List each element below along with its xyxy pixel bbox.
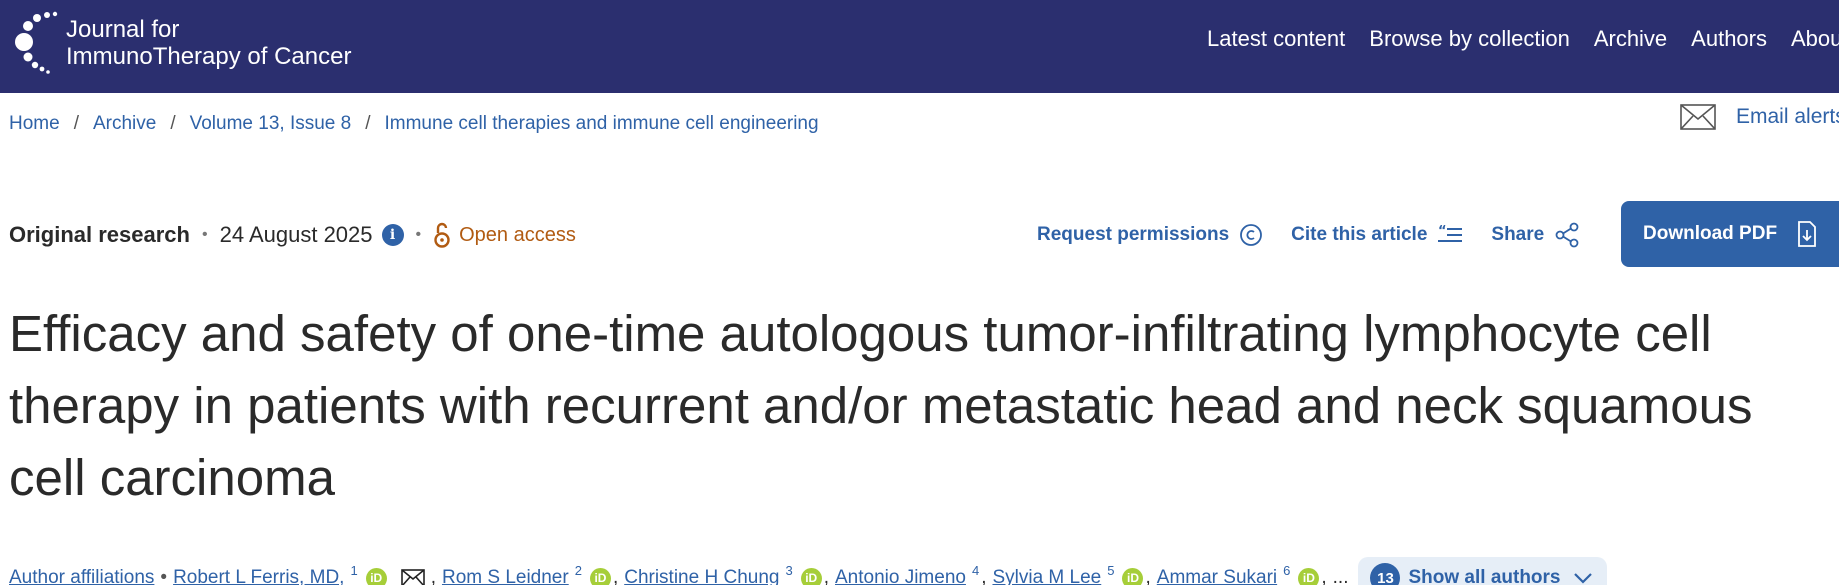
breadcrumb: Home / Archive / Volume 13, Issue 8 / Im… xyxy=(9,113,819,135)
email-author-icon[interactable] xyxy=(400,569,425,585)
svg-text:“: “ xyxy=(1438,224,1447,239)
breadcrumb-issue[interactable]: Volume 13, Issue 8 xyxy=(190,113,352,135)
author-link[interactable]: Antonio Jimeno xyxy=(835,567,966,585)
nav-browse-by-collection[interactable]: Browse by collection xyxy=(1369,26,1570,52)
email-alerts-label: Email alerts xyxy=(1736,105,1839,128)
affiliation-number: 2 xyxy=(574,562,582,578)
copyright-icon xyxy=(1240,224,1263,246)
breadcrumb-home[interactable]: Home xyxy=(9,113,60,135)
download-pdf-label: Download PDF xyxy=(1643,223,1778,244)
site-header: Journal for ImmunoTherapy of Cancer Late… xyxy=(0,0,1839,93)
affiliation-number: 6 xyxy=(1283,562,1291,578)
share-button[interactable]: Share xyxy=(1491,222,1580,248)
cite-article-button[interactable]: Cite this article “ xyxy=(1291,224,1463,246)
quote-list-icon: “ xyxy=(1438,224,1463,242)
orcid-icon[interactable]: iD xyxy=(1122,567,1144,585)
email-alerts-link[interactable]: Email alerts xyxy=(1680,104,1839,130)
orcid-icon[interactable]: iD xyxy=(1298,567,1320,585)
orcid-icon[interactable]: iD xyxy=(800,567,822,585)
author-separator: , xyxy=(823,567,829,585)
author-separator: , xyxy=(981,567,987,585)
nav-archive[interactable]: Archive xyxy=(1594,26,1667,52)
nav-authors[interactable]: Authors xyxy=(1691,26,1767,52)
orcid-icon[interactable]: iD xyxy=(589,567,611,585)
breadcrumb-separator: / xyxy=(365,113,371,134)
share-icon xyxy=(1555,222,1579,248)
author-affiliations-link[interactable]: Author affiliations xyxy=(9,567,154,585)
brand-line-2: ImmunoTherapy of Cancer xyxy=(66,43,352,70)
envelope-icon xyxy=(1680,104,1716,130)
author-list: Author affiliations • Robert L Ferris, M… xyxy=(9,557,1607,585)
affiliation-number: 1 xyxy=(350,562,358,578)
journal-logo-icon[interactable] xyxy=(8,10,68,74)
publish-date: 24 August 2025 xyxy=(219,222,373,247)
article-title: Efficacy and safety of one-time autologo… xyxy=(9,305,1753,506)
author-ellipsis: ... xyxy=(1332,567,1349,585)
affiliation-number: 3 xyxy=(785,562,793,578)
meta-separator: • xyxy=(415,226,422,243)
show-all-authors-button[interactable]: 13 Show all authors xyxy=(1358,557,1607,585)
nav-about[interactable]: About xyxy=(1791,26,1839,52)
cite-article-label: Cite this article xyxy=(1291,224,1428,245)
author-link[interactable]: Christine H Chung xyxy=(624,567,779,585)
author-link[interactable]: Robert L Ferris, MD, xyxy=(173,567,344,585)
open-access-badge: Open access xyxy=(433,221,576,249)
article-type: Original research xyxy=(9,222,190,247)
download-pdf-button[interactable]: Download PDF xyxy=(1621,201,1839,267)
meta-separator: • xyxy=(160,567,168,585)
breadcrumb-section[interactable]: Immune cell therapies and immune cell en… xyxy=(385,113,819,135)
author-separator: , xyxy=(612,567,619,585)
breadcrumb-separator: / xyxy=(170,113,176,134)
open-access-label: Open access xyxy=(459,223,576,246)
article-actions: Request permissions Cite this article “ … xyxy=(1037,222,1608,248)
author-separator: , xyxy=(430,567,436,585)
affiliation-number: 4 xyxy=(971,562,980,578)
request-permissions-label: Request permissions xyxy=(1037,224,1230,245)
affiliation-number: 5 xyxy=(1107,562,1115,578)
author-separator: , xyxy=(1145,567,1151,585)
open-lock-icon xyxy=(434,222,450,248)
chevron-down-icon xyxy=(1573,573,1592,584)
breadcrumb-separator: / xyxy=(73,113,79,134)
article-meta: Original research • 24 August 2025 i • O… xyxy=(9,221,576,249)
author-separator: , xyxy=(1321,567,1327,585)
nav-latest-content[interactable]: Latest content xyxy=(1207,26,1345,52)
author-link[interactable]: Sylvia M Lee xyxy=(992,567,1101,585)
request-permissions-button[interactable]: Request permissions xyxy=(1037,223,1263,247)
breadcrumb-archive[interactable]: Archive xyxy=(93,113,156,135)
author-link[interactable]: Rom S Leidner xyxy=(442,567,569,585)
meta-separator: • xyxy=(201,226,208,243)
orcid-icon[interactable]: iD xyxy=(365,567,387,585)
brand-line-1: Journal for xyxy=(66,16,180,43)
main-nav: Latest content Browse by collection Arch… xyxy=(1207,26,1839,52)
author-link[interactable]: Ammar Sukari xyxy=(1157,567,1277,585)
info-icon[interactable]: i xyxy=(381,224,404,246)
journal-brand[interactable]: Journal for ImmunoTherapy of Cancer xyxy=(66,16,351,70)
show-all-authors-label: Show all authors xyxy=(1408,567,1561,585)
share-label: Share xyxy=(1491,224,1545,245)
author-count-badge: 13 xyxy=(1370,563,1401,585)
download-file-icon xyxy=(1798,221,1816,247)
